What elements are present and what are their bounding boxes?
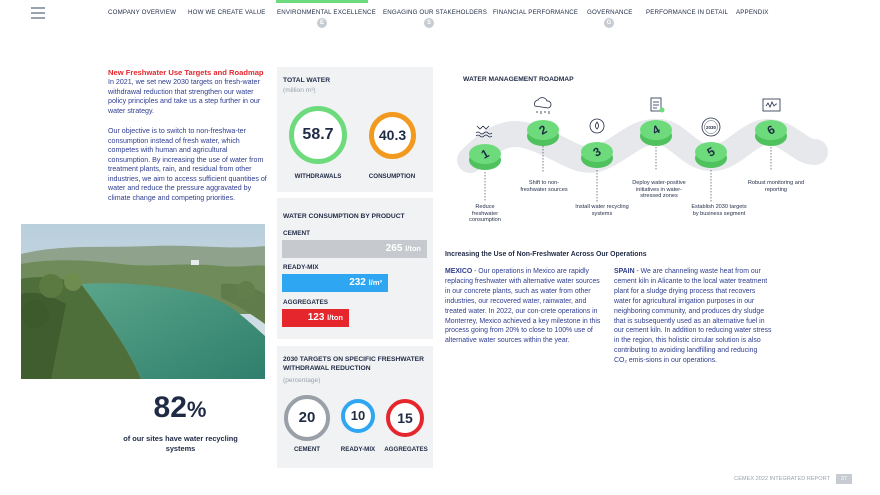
roadmap-step-4: 4 bbox=[640, 120, 672, 146]
total-water-subtitle: (million m³) bbox=[283, 87, 316, 94]
checklist-icon bbox=[650, 97, 665, 113]
recycle-drop-icon bbox=[589, 118, 605, 134]
page-number: 37 bbox=[836, 474, 852, 484]
mexico-lead: MEXICO bbox=[445, 268, 473, 275]
spain-lead: SPAIN bbox=[614, 268, 635, 275]
nav-appendix[interactable]: APPENDIX bbox=[736, 9, 769, 16]
step-2-label: Shift to non-freshwater sources bbox=[520, 180, 568, 193]
target-2030-icon: 2030 bbox=[701, 117, 721, 137]
intro-title: New Freshwater Use Targets and Roadmap bbox=[108, 68, 264, 77]
target-ready-mix-value: 10 bbox=[341, 399, 375, 433]
mexico-text: MEXICO - Our operations in Mexico are ra… bbox=[445, 267, 603, 346]
target-cement-value: 20 bbox=[284, 395, 330, 441]
nav-environmental-excellence[interactable]: ENVIRONMENTAL EXCELLENCE bbox=[277, 9, 376, 16]
roadmap-step-2: 2 bbox=[527, 120, 559, 146]
cement-unit: l/ton bbox=[405, 244, 421, 253]
step-3-label: Install water recycling systems bbox=[575, 204, 629, 217]
roadmap-diagram: 1 2 3 4 5 6 2030 bbox=[457, 97, 828, 202]
targets-panel: 2030 TARGETS ON SPECIFIC FRESHWATER WITH… bbox=[277, 346, 433, 468]
roadmap-step-5: 5 bbox=[695, 142, 727, 168]
nav-performance-in-detail[interactable]: PERFORMANCE IN DETAIL bbox=[646, 9, 728, 16]
aggregates-value: 123 bbox=[307, 312, 325, 323]
step-6-label: Robust monitoring and reporting bbox=[747, 180, 805, 193]
nav-financial-performance[interactable]: FINANCIAL PERFORMANCE bbox=[493, 9, 578, 16]
badge-environmental[interactable]: E bbox=[317, 18, 327, 28]
withdrawals-label: WITHDRAWALS bbox=[294, 173, 342, 180]
consumption-by-product-panel: WATER CONSUMPTION BY PRODUCT CEMENT 265 … bbox=[277, 198, 433, 339]
spain-body: - We are channeling waste heat from our … bbox=[614, 268, 772, 365]
intro-paragraph-2: Our objective is to switch to non-freshw… bbox=[108, 127, 267, 202]
step-1-label: Reduce freshwater consumption bbox=[469, 204, 501, 224]
roadmap-title: WATER MANAGEMENT ROADMAP bbox=[463, 76, 574, 83]
river-photo bbox=[21, 224, 265, 379]
aggregates-bar: 123 l/ton bbox=[282, 309, 349, 327]
ready-mix-value: 232 bbox=[349, 277, 366, 288]
withdrawals-value: 58.7 bbox=[289, 106, 347, 164]
nav-governance[interactable]: GOVERNANCE bbox=[587, 9, 633, 16]
footer-report-name: CEMEX 2022 INTEGRATED REPORT bbox=[734, 476, 830, 482]
total-water-panel: TOTAL WATER (million m³) 58.7 40.3 WITHD… bbox=[277, 67, 433, 192]
by-product-title: WATER CONSUMPTION BY PRODUCT bbox=[283, 213, 405, 220]
increasing-title: Increasing the Use of Non-Freshwater Acr… bbox=[445, 251, 647, 258]
spain-text: SPAIN - We are channeling waste heat fro… bbox=[614, 267, 772, 366]
target-aggregates-value: 15 bbox=[386, 399, 424, 437]
target-aggregates-label: AGGREGATES bbox=[384, 446, 428, 453]
roadmap-step-1: 1 bbox=[469, 144, 501, 170]
recycling-stat-value: 82 bbox=[153, 391, 187, 424]
nav-engaging-stakeholders[interactable]: ENGAGING OUR STAKEHOLDERS bbox=[383, 9, 487, 16]
total-water-title: TOTAL WATER bbox=[283, 77, 331, 84]
step-5-label: Establish 2030 targets by business segme… bbox=[691, 204, 747, 217]
target-cement-label: CEMENT bbox=[293, 446, 321, 453]
targets-subtitle: (percentage) bbox=[283, 377, 321, 384]
cement-label: CEMENT bbox=[283, 230, 310, 237]
rain-cloud-icon bbox=[534, 97, 552, 114]
cement-value: 265 bbox=[385, 243, 403, 254]
recycling-stat-caption: of our sites have water recycling system… bbox=[123, 434, 238, 453]
nav-company-overview[interactable]: COMPANY OVERVIEW bbox=[108, 9, 176, 16]
consumption-value: 40.3 bbox=[369, 112, 416, 159]
ready-mix-bar: 232 l/m³ bbox=[282, 274, 388, 292]
ready-mix-unit: l/m³ bbox=[368, 278, 382, 287]
roadmap-step-6: 6 bbox=[755, 120, 787, 146]
target-ready-mix-label: READY-MIX bbox=[340, 446, 376, 453]
nav-active-indicator bbox=[276, 0, 368, 3]
aggregates-label: AGGREGATES bbox=[283, 299, 328, 306]
targets-title: 2030 TARGETS ON SPECIFIC FRESHWATER WITH… bbox=[283, 356, 424, 372]
nav-how-we-create-value[interactable]: HOW WE CREATE VALUE bbox=[188, 9, 266, 16]
target-2030-icon-text: 2030 bbox=[706, 125, 717, 130]
recycling-stat-unit: % bbox=[186, 397, 207, 422]
cement-bar: 265 l/ton bbox=[282, 240, 427, 258]
intro-paragraph-1: In 2021, we set new 2030 targets on fres… bbox=[108, 78, 261, 115]
roadmap-step-3: 3 bbox=[581, 142, 613, 168]
monitor-icon bbox=[762, 98, 781, 112]
ready-mix-label: READY-MIX bbox=[283, 264, 319, 271]
consumption-label: CONSUMPTION bbox=[368, 173, 416, 180]
step-4-label: Deploy water-positive initiatives in wat… bbox=[632, 180, 686, 200]
top-nav: COMPANY OVERVIEW HOW WE CREATE VALUE ENV… bbox=[0, 0, 880, 30]
mexico-body: - Our operations in Mexico are rapidly r… bbox=[445, 268, 601, 345]
badge-social[interactable]: S bbox=[424, 18, 434, 28]
badge-governance[interactable]: G bbox=[604, 18, 614, 28]
aggregates-unit: l/ton bbox=[327, 313, 343, 322]
